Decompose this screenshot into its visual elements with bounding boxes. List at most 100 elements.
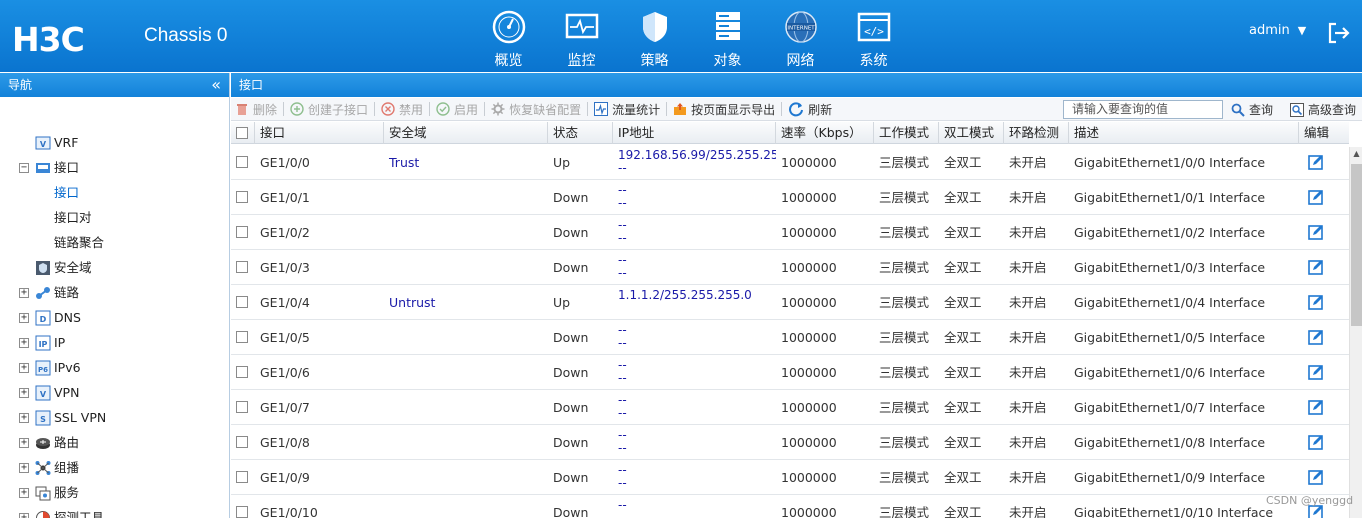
collapse-icon[interactable]: « [211, 73, 221, 97]
sidebar-item-routing[interactable]: + 路由 [19, 432, 79, 454]
edit-icon[interactable] [1308, 434, 1324, 450]
expand-toggle-icon[interactable]: + [19, 288, 29, 298]
sidebar-item-interface-pair[interactable]: 接口对 [54, 207, 92, 229]
row-checkbox[interactable] [236, 436, 248, 448]
work-mode-value: 三层模式 [879, 505, 930, 518]
status-value: Down [553, 260, 589, 275]
search-button[interactable]: 查询 [1227, 98, 1277, 121]
expand-toggle-icon[interactable]: + [19, 338, 29, 348]
sidebar-item-security-zone[interactable]: 安全域 [35, 257, 92, 279]
table-row[interactable]: GE1/0/3 Down -- -- 1000000 三层模式 全双工 未开启 GigabitE… [231, 250, 1349, 285]
vertical-scrollbar[interactable]: ▲ [1349, 147, 1362, 518]
nav-policy[interactable]: 策略 [618, 8, 691, 69]
edit-icon[interactable] [1308, 259, 1324, 275]
ip-address-line: -- [618, 428, 627, 442]
col-speed[interactable]: 速率（Kbps） [776, 122, 874, 144]
table-row[interactable]: GE1/0/5 Down -- -- 1000000 三层模式 全双工 未开启 GigabitE… [231, 320, 1349, 355]
edit-icon[interactable] [1308, 224, 1324, 240]
edit-icon[interactable] [1308, 469, 1324, 485]
row-checkbox[interactable] [236, 471, 248, 483]
edit-icon[interactable] [1308, 154, 1324, 170]
col-ip-address[interactable]: IP地址 [613, 122, 776, 144]
restore-default-button[interactable]: 恢复缺省配置 [487, 98, 585, 121]
table-row[interactable]: GE1/0/10 Down -- 1000000 三层模式 全双工 未开启 GigabitEt… [231, 495, 1349, 518]
sidebar-item-ip[interactable]: + IP IP [19, 332, 65, 354]
row-checkbox[interactable] [236, 331, 248, 343]
col-duplex[interactable]: 双工模式 [939, 122, 1004, 144]
nav-object[interactable]: 对象 [691, 8, 764, 69]
sidebar-item-link[interactable]: + 链路 [19, 282, 79, 304]
sidebar-item-probe-tools[interactable]: + 探测工具 [19, 507, 104, 518]
expand-toggle-icon[interactable]: + [19, 488, 29, 498]
row-checkbox[interactable] [236, 366, 248, 378]
sidebar-item-dns[interactable]: + D DNS [19, 307, 81, 329]
nav-monitor[interactable]: 监控 [545, 8, 618, 69]
table-row[interactable]: GE1/0/1 Down -- -- 1000000 三层模式 全双工 未开启 GigabitE… [231, 180, 1349, 215]
col-status[interactable]: 状态 [548, 122, 613, 144]
search-input[interactable]: 请输入要查询的值 [1063, 100, 1223, 119]
row-checkbox[interactable] [236, 191, 248, 203]
row-checkbox[interactable] [236, 506, 248, 518]
row-checkbox[interactable] [236, 401, 248, 413]
expand-toggle-icon[interactable]: + [19, 463, 29, 473]
edit-icon[interactable] [1308, 399, 1324, 415]
edit-icon[interactable] [1308, 294, 1324, 310]
sidebar-item-ipv6[interactable]: + P6 IPv6 [19, 357, 81, 379]
expand-toggle-icon[interactable]: + [19, 363, 29, 373]
expand-toggle-icon[interactable]: + [19, 388, 29, 398]
edit-icon[interactable] [1308, 189, 1324, 205]
search-icon [1231, 103, 1245, 117]
sidebar-item-vrf[interactable]: V VRF [35, 132, 78, 154]
ip-address-line: -- [618, 196, 627, 210]
export-button[interactable]: 按页面显示导出 [669, 98, 779, 121]
sidebar-item-interface[interactable]: − 接口 [19, 157, 79, 179]
create-subinterface-button[interactable]: 创建子接口 [286, 98, 372, 121]
scrollbar-thumb[interactable] [1351, 164, 1362, 326]
disable-button[interactable]: 禁用 [377, 98, 427, 121]
expand-toggle-icon[interactable]: + [19, 413, 29, 423]
table-row[interactable]: GE1/0/6 Down -- -- 1000000 三层模式 全双工 未开启 GigabitE… [231, 355, 1349, 390]
table-row[interactable]: GE1/0/7 Down -- -- 1000000 三层模式 全双工 未开启 GigabitE… [231, 390, 1349, 425]
logout-icon[interactable] [1326, 20, 1352, 46]
edit-icon[interactable] [1308, 364, 1324, 380]
col-loop-detect[interactable]: 环路检测 [1004, 122, 1069, 144]
nav-network[interactable]: INTERNET 网络 [764, 8, 837, 69]
table-row[interactable]: GE1/0/9 Down -- -- 1000000 三层模式 全双工 未开启 GigabitE… [231, 460, 1349, 495]
collapse-toggle-icon[interactable]: − [19, 163, 29, 173]
row-checkbox[interactable] [236, 226, 248, 238]
expand-toggle-icon[interactable]: + [19, 313, 29, 323]
table-row[interactable]: GE1/0/4 Untrust Up 1.1.1.2/255.255.255.0 100… [231, 285, 1349, 320]
sidebar-item-interface-sub[interactable]: 接口 [54, 182, 79, 204]
user-menu[interactable]: admin ▼ [1249, 23, 1306, 38]
expand-toggle-icon[interactable]: + [19, 438, 29, 448]
table-row[interactable]: GE1/0/0 Trust Up 192.168.56.99/255.255.255.… [231, 145, 1349, 180]
col-description[interactable]: 描述 [1069, 122, 1299, 144]
sidebar-item-multicast[interactable]: + 组播 [19, 457, 79, 479]
row-checkbox[interactable] [236, 156, 248, 168]
select-all-checkbox[interactable] [236, 127, 248, 139]
chevron-down-icon: ▼ [1297, 24, 1307, 37]
traffic-stats-button[interactable]: 流量统计 [590, 98, 664, 121]
sidebar-item-link-aggregation[interactable]: 链路聚合 [54, 232, 104, 254]
svg-text:P6: P6 [38, 366, 48, 374]
col-work-mode[interactable]: 工作模式 [874, 122, 939, 144]
table-row[interactable]: GE1/0/8 Down -- -- 1000000 三层模式 全双工 未开启 GigabitE… [231, 425, 1349, 460]
table-row[interactable]: GE1/0/2 Down -- -- 1000000 三层模式 全双工 未开启 GigabitE… [231, 215, 1349, 250]
nav-system[interactable]: </> 系统 [837, 8, 910, 69]
scroll-up-icon[interactable]: ▲ [1350, 147, 1362, 161]
col-security-zone[interactable]: 安全域 [384, 122, 548, 144]
sidebar-item-vpn[interactable]: + V VPN [19, 382, 79, 404]
row-checkbox[interactable] [236, 296, 248, 308]
edit-icon[interactable] [1308, 329, 1324, 345]
sidebar-item-ssl-vpn[interactable]: + S SSL VPN [19, 407, 106, 429]
row-checkbox[interactable] [236, 261, 248, 273]
nav-overview[interactable]: 概览 [472, 8, 545, 69]
sidebar-item-service[interactable]: + 服务 [19, 482, 79, 504]
expand-toggle-icon[interactable]: + [19, 513, 29, 518]
enable-button[interactable]: 启用 [432, 98, 482, 121]
security-zone-value [384, 425, 548, 460]
col-interface[interactable]: 接口 [255, 122, 384, 144]
refresh-button[interactable]: 刷新 [784, 98, 836, 121]
advanced-search-button[interactable]: 高级查询 [1286, 98, 1360, 121]
delete-button[interactable]: 删除 [231, 98, 281, 121]
